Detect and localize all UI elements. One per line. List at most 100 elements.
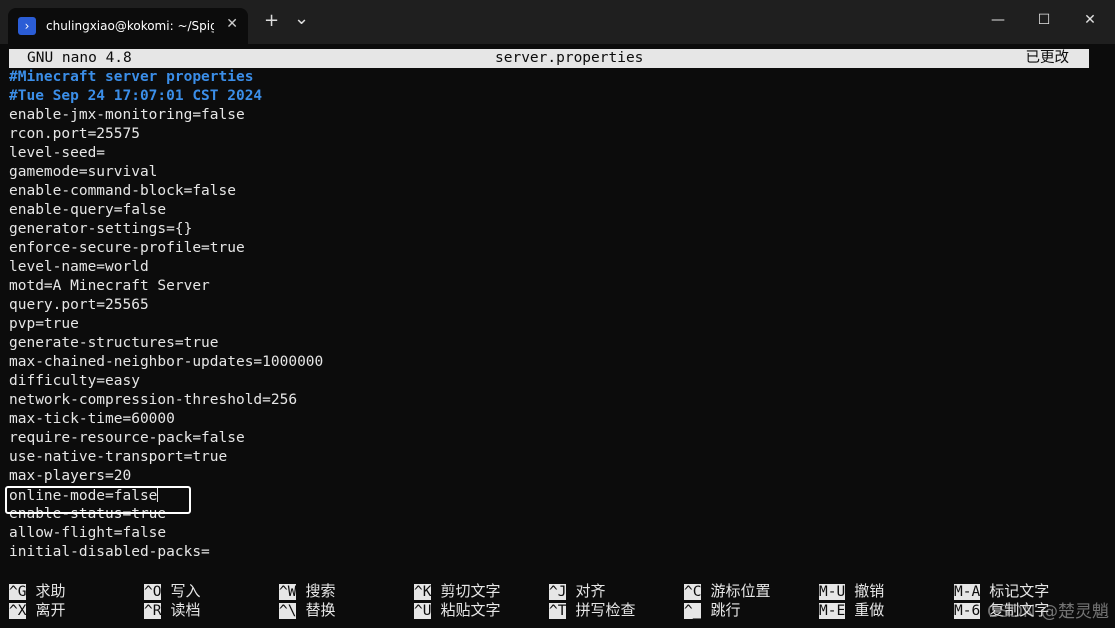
shortcut-label: 拼写检查 (575, 601, 636, 619)
config-line[interactable]: motd=A Minecraft Server (9, 277, 1089, 296)
shortcut-key: M-A (954, 584, 981, 600)
config-line[interactable]: enable-command-block=false (9, 182, 1089, 201)
config-line[interactable]: difficulty=easy (9, 372, 1089, 391)
shortcut-item[interactable]: ^\ 替换 (279, 601, 335, 620)
line-text: enforce-secure-profile=true (9, 240, 245, 256)
shortcut-label: 替换 (305, 601, 336, 619)
watermark: CSDN @楚灵魈 (987, 602, 1109, 622)
shortcut-item[interactable]: ^K 剪切文字 (414, 582, 500, 601)
config-line[interactable]: max-players=20 (9, 467, 1089, 486)
line-text: level-seed= (9, 145, 106, 161)
config-line[interactable]: pvp=true (9, 315, 1089, 334)
shortcut-key: ^R (144, 603, 162, 619)
shortcut-key: ^\ (279, 603, 297, 619)
shortcut-key: ^U (414, 603, 432, 619)
line-text: #Minecraft server properties (9, 69, 254, 85)
line-text: require-resource-pack=false (9, 430, 245, 446)
line-text: use-native-transport=true (9, 449, 228, 465)
shortcut-label: 写入 (170, 582, 201, 600)
powershell-icon: › (18, 17, 36, 35)
config-line[interactable]: level-seed= (9, 144, 1089, 163)
dropdown-chevron-icon[interactable]: ⌄ (294, 8, 309, 29)
line-text: max-chained-neighbor-updates=1000000 (9, 354, 324, 370)
config-line[interactable]: rcon.port=25575 (9, 125, 1089, 144)
line-text: enable-query=false (9, 202, 167, 218)
shortcut-item[interactable]: M-U 撤销 (819, 582, 884, 601)
terminal-tab[interactable]: › chulingxiao@kokomi: ~/Spigot ✕ (8, 8, 248, 44)
shortcut-item[interactable]: ^J 对齐 (549, 582, 605, 601)
title-bar: › chulingxiao@kokomi: ~/Spigot ✕ + ⌄ — ☐… (0, 0, 1115, 44)
shortcut-label: 搜索 (305, 582, 336, 600)
line-text: motd=A Minecraft Server (9, 278, 210, 294)
modified-status: 已更改 (1025, 50, 1070, 66)
terminal-window: › chulingxiao@kokomi: ~/Spigot ✕ + ⌄ — ☐… (0, 0, 1115, 628)
line-text: max-tick-time=60000 (9, 411, 175, 427)
shortcut-item[interactable]: ^U 粘贴文字 (414, 601, 500, 620)
shortcut-item[interactable]: ^W 搜索 (279, 582, 335, 601)
config-line[interactable]: enable-query=false (9, 201, 1089, 220)
nano-header: GNU nano 4.8 server.properties 已更改 (9, 49, 1089, 68)
shortcut-label: 读档 (170, 601, 201, 619)
line-text: network-compression-threshold=256 (9, 392, 298, 408)
line-text: generate-structures=true (9, 335, 219, 351)
config-line[interactable]: generate-structures=true (9, 334, 1089, 353)
shortcut-label: 离开 (35, 601, 66, 619)
config-line[interactable]: max-chained-neighbor-updates=1000000 (9, 353, 1089, 372)
shortcut-item[interactable]: ^C 游标位置 (684, 582, 770, 601)
file-name: server.properties (495, 50, 644, 66)
config-line[interactable]: query.port=25565 (9, 296, 1089, 315)
maximize-button[interactable]: ☐ (1021, 0, 1067, 40)
comment-line[interactable]: #Minecraft server properties (9, 68, 1089, 87)
config-line[interactable]: use-native-transport=true (9, 448, 1089, 467)
tab-title: chulingxiao@kokomi: ~/Spigot (46, 19, 214, 33)
shortcut-label: 撤销 (854, 582, 885, 600)
shortcut-label: 求助 (35, 582, 66, 600)
shortcut-key: ^_ (684, 603, 702, 619)
line-text: generator-settings={} (9, 221, 193, 237)
config-line[interactable]: initial-disabled-packs= (9, 543, 1089, 562)
shortcut-key: ^X (9, 603, 27, 619)
shortcut-item[interactable]: ^X 离开 (9, 601, 65, 620)
shortcut-label: 重做 (854, 601, 885, 619)
line-text: rcon.port=25575 (9, 126, 140, 142)
line-text: level-name=world (9, 259, 149, 275)
line-text: max-players=20 (9, 468, 132, 484)
comment-line[interactable]: #Tue Sep 24 17:07:01 CST 2024 (9, 87, 1089, 106)
shortcut-item[interactable]: ^R 读档 (144, 601, 200, 620)
line-text: #Tue Sep 24 17:07:01 CST 2024 (9, 88, 263, 104)
shortcut-label: 粘贴文字 (440, 601, 501, 619)
shortcut-item[interactable]: ^T 拼写检查 (549, 601, 635, 620)
shortcut-key: ^T (549, 603, 567, 619)
line-text: query.port=25565 (9, 297, 149, 313)
shortcut-key: ^K (414, 584, 432, 600)
shortcut-item[interactable]: ^O 写入 (144, 582, 200, 601)
shortcut-label: 跳行 (710, 601, 741, 619)
shortcut-key: M-E (819, 603, 846, 619)
config-line[interactable]: level-name=world (9, 258, 1089, 277)
shortcut-key: ^G (9, 584, 27, 600)
new-tab-button[interactable]: + (264, 10, 279, 31)
config-line[interactable]: require-resource-pack=false (9, 429, 1089, 448)
config-line[interactable]: max-tick-time=60000 (9, 410, 1089, 429)
highlight-annotation-box (5, 486, 191, 514)
shortcut-key: ^O (144, 584, 162, 600)
shortcut-key: ^C (684, 584, 702, 600)
line-text: gamemode=survival (9, 164, 158, 180)
config-line[interactable]: enforce-secure-profile=true (9, 239, 1089, 258)
close-window-button[interactable]: ✕ (1067, 0, 1113, 40)
shortcut-key: ^W (279, 584, 297, 600)
minimize-button[interactable]: — (975, 0, 1021, 40)
tab-close-icon[interactable]: ✕ (226, 16, 238, 32)
config-line[interactable]: network-compression-threshold=256 (9, 391, 1089, 410)
shortcut-item[interactable]: ^_ 跳行 (684, 601, 740, 620)
config-line[interactable]: enable-jmx-monitoring=false (9, 106, 1089, 125)
line-text: pvp=true (9, 316, 79, 332)
line-text: initial-disabled-packs= (9, 544, 210, 560)
shortcut-label: 剪切文字 (440, 582, 501, 600)
shortcut-item[interactable]: ^G 求助 (9, 582, 65, 601)
shortcut-item[interactable]: M-E 重做 (819, 601, 884, 620)
config-line[interactable]: allow-flight=false (9, 524, 1089, 543)
config-line[interactable]: gamemode=survival (9, 163, 1089, 182)
config-line[interactable]: generator-settings={} (9, 220, 1089, 239)
line-text: enable-command-block=false (9, 183, 236, 199)
